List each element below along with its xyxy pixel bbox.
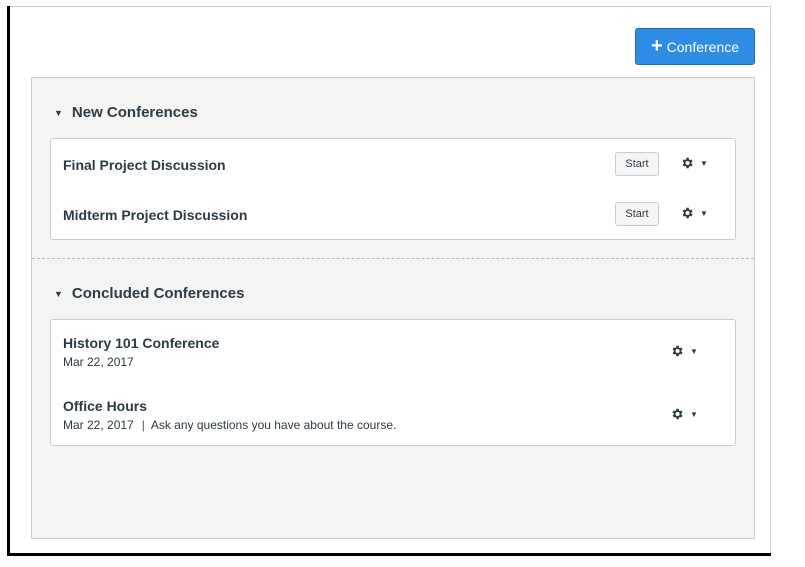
conference-settings-menu[interactable]: ▼ bbox=[680, 206, 708, 220]
window-frame-bottom bbox=[7, 553, 771, 556]
conference-title[interactable]: History 101 Conference bbox=[63, 335, 219, 351]
dropdown-caret-icon: ▼ bbox=[690, 346, 698, 356]
meta-separator: | bbox=[141, 418, 145, 432]
conference-row: History 101 Conference Mar 22, 2017 ▼ bbox=[51, 320, 735, 383]
dropdown-caret-icon: ▼ bbox=[690, 409, 698, 419]
conference-meta: Mar 22, 2017 bbox=[63, 355, 134, 369]
concluded-conferences-toggle[interactable]: ▼ Concluded Conferences bbox=[54, 285, 244, 302]
conference-row: Final Project Discussion Start ▼ bbox=[51, 139, 735, 189]
conference-settings-menu[interactable]: ▼ bbox=[670, 407, 698, 421]
conference-row: Midterm Project Discussion Start ▼ bbox=[51, 189, 735, 239]
new-conferences-list: Final Project Discussion Start ▼ Midterm… bbox=[50, 138, 736, 240]
gear-icon bbox=[672, 345, 683, 357]
conference-meta: Mar 22, 2017 | Ask any questions you have … bbox=[63, 418, 396, 432]
conference-title[interactable]: Final Project Discussion bbox=[63, 157, 226, 173]
concluded-conferences-list: History 101 Conference Mar 22, 2017 ▼ Of… bbox=[50, 319, 736, 446]
conference-date: Mar 22, 2017 bbox=[63, 355, 134, 369]
new-conferences-heading: New Conferences bbox=[71, 104, 198, 121]
gear-icon bbox=[682, 157, 693, 169]
conference-settings-menu[interactable]: ▼ bbox=[680, 156, 708, 170]
gear-icon bbox=[682, 207, 693, 219]
window-frame-right bbox=[770, 6, 771, 556]
conferences-panel: ▼ New Conferences Final Project Discussi… bbox=[31, 77, 755, 539]
plus-icon: + bbox=[650, 34, 663, 57]
window-frame-left bbox=[7, 6, 10, 556]
section-divider bbox=[32, 258, 754, 259]
caret-down-icon: ▼ bbox=[54, 107, 63, 118]
concluded-conferences-heading: Concluded Conferences bbox=[71, 285, 245, 302]
conference-date: Mar 22, 2017 bbox=[63, 418, 134, 432]
conference-title[interactable]: Midterm Project Discussion bbox=[63, 207, 247, 223]
caret-down-icon: ▼ bbox=[54, 288, 63, 299]
start-conference-button[interactable]: Start bbox=[615, 202, 659, 226]
add-conference-label: Conference bbox=[666, 38, 740, 55]
conference-row: Office Hours Mar 22, 2017 | Ask any questi… bbox=[51, 383, 735, 446]
new-conferences-toggle[interactable]: ▼ New Conferences bbox=[54, 104, 198, 121]
conference-settings-menu[interactable]: ▼ bbox=[670, 344, 698, 358]
gear-icon bbox=[672, 408, 683, 420]
add-conference-button[interactable]: + Conference bbox=[635, 28, 755, 65]
conference-description: Ask any questions you have about the cou… bbox=[150, 418, 397, 432]
window-frame-top bbox=[7, 6, 771, 7]
dropdown-caret-icon: ▼ bbox=[700, 208, 708, 218]
dropdown-caret-icon: ▼ bbox=[700, 158, 708, 168]
conference-title[interactable]: Office Hours bbox=[63, 398, 147, 414]
start-conference-button[interactable]: Start bbox=[615, 152, 659, 176]
